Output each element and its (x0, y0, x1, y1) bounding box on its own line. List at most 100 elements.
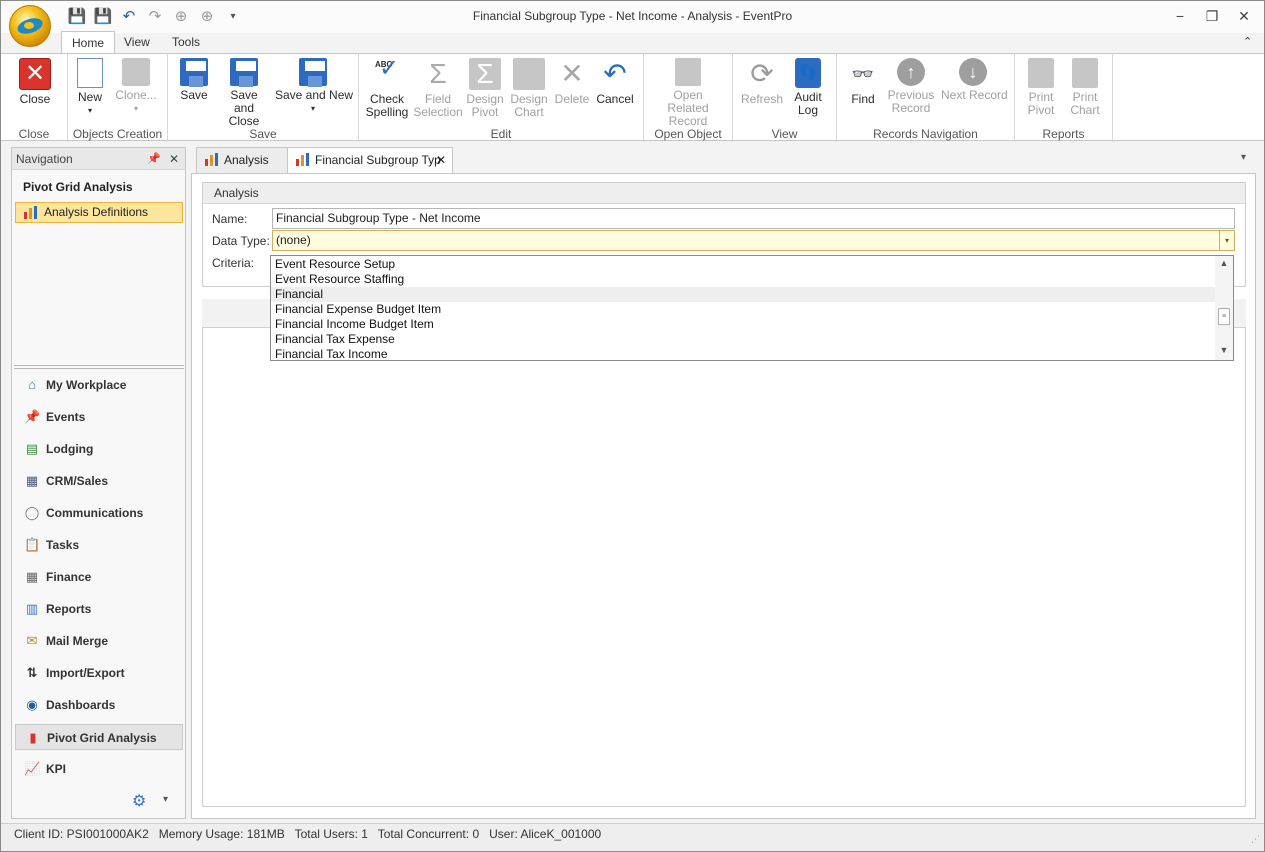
clone-button[interactable]: Clone... ▾ (114, 58, 158, 115)
pivot-chart-icon: ▮ (29, 730, 37, 745)
scroll-thumb[interactable]: ≡ (1218, 308, 1230, 325)
dropdown-option[interactable]: Event Resource Staffing (271, 272, 1215, 287)
group-caption-open-object: Open Object (654, 127, 722, 141)
design-pivot-icon: Σ (469, 58, 501, 90)
delete-button[interactable]: ✕ Delete (553, 58, 591, 106)
navigation-splitter[interactable] (14, 365, 184, 369)
close-group: ✕ Close Close (1, 54, 68, 142)
save-button[interactable]: Save (178, 58, 210, 102)
restore-button[interactable]: ❐ (1197, 5, 1227, 27)
doc-tab-close-icon[interactable]: ✕ (436, 148, 446, 172)
nav-reports[interactable]: ▥ Reports (15, 596, 183, 622)
find-button[interactable]: 👓 Find (845, 58, 881, 106)
close-window-button[interactable]: ✕ (1229, 5, 1259, 27)
nav-my-workplace[interactable]: ⌂ My Workplace (15, 372, 183, 398)
dropdown-option-highlighted[interactable]: Financial (271, 287, 1215, 302)
crm-icon: ▦ (25, 473, 39, 488)
group-caption-view: View (771, 127, 798, 141)
speech-bubble-icon: ◯ (24, 505, 40, 520)
open-related-record-button[interactable]: Open Related Record (652, 58, 724, 128)
ribbon-collapse-icon[interactable]: ⌃ (1233, 31, 1262, 54)
status-bar: Client ID: PSI001000AK2 Memory Usage: 18… (1, 823, 1264, 851)
objects-creation-group: New ▾ Clone... ▾ Objects Creation (68, 54, 168, 142)
analysis-definitions-item[interactable]: Analysis Definitions (15, 202, 183, 223)
name-input[interactable]: Financial Subgroup Type - Net Income (272, 208, 1235, 229)
next-record-button[interactable]: ↓ Next Record (941, 58, 1008, 102)
tab-view[interactable]: View (114, 31, 160, 54)
navigation-close-icon[interactable]: ✕ (169, 148, 179, 170)
nav-finance[interactable]: ▦ Finance (15, 564, 183, 590)
nav-crm-sales[interactable]: ▦ CRM/Sales (15, 468, 183, 494)
doc-tabs-dropdown-icon[interactable]: ▾ (1241, 152, 1246, 163)
dropdown-option[interactable]: Financial Tax Expense (271, 332, 1215, 347)
close-button[interactable]: ✕ Close (18, 58, 52, 106)
nav-kpi[interactable]: 📈 KPI (15, 756, 183, 782)
group-caption-objects-creation: Objects Creation (72, 127, 163, 141)
financial-tab-icon (296, 153, 309, 166)
navigation-settings-dropdown-icon[interactable]: ▾ (163, 794, 168, 805)
navigation-header: Navigation 📌 ✕ (12, 148, 185, 170)
pushpin-icon: 📌 (24, 409, 41, 424)
nav-import-export[interactable]: ⇅ Import/Export (15, 660, 183, 686)
new-button[interactable]: New ▾ (74, 58, 106, 117)
data-type-combobox[interactable]: (none) ▾ (272, 230, 1235, 251)
dropdown-option[interactable]: Event Resource Setup (271, 257, 1215, 272)
nav-pivot-grid-analysis[interactable]: ▮ Pivot Grid Analysis (15, 724, 183, 750)
print-chart-button[interactable]: Print Chart (1067, 58, 1103, 117)
doc-tab-analysis[interactable]: Analysis (196, 147, 288, 173)
scroll-down-arrow-icon[interactable]: ▼ (1215, 345, 1233, 355)
print-pivot-icon (1028, 58, 1054, 88)
minimize-button[interactable]: − (1165, 5, 1195, 27)
dropdown-scrollbar[interactable]: ▲ ≡ ▼ (1215, 256, 1233, 360)
dropdown-option[interactable]: Financial Expense Budget Item (271, 302, 1215, 317)
clipboard-icon: 📋 (24, 537, 41, 552)
analysis-groupbox-header: Analysis (203, 183, 1245, 204)
ribbon-tabs: Home View Tools ⌃ (1, 31, 1264, 54)
open-related-record-icon (675, 58, 701, 86)
save-and-close-button[interactable]: Save and Close (219, 58, 269, 128)
pivot-grid-area[interactable] (202, 327, 1246, 807)
dropdown-option[interactable]: Financial Tax Income (271, 347, 1215, 362)
design-pivot-button[interactable]: Σ Design Pivot (465, 58, 505, 119)
nav-lodging[interactable]: ▤ Lodging (15, 436, 183, 462)
save-and-new-button[interactable]: Save and New ▾ (275, 58, 353, 115)
pin-icon[interactable]: 📌 (147, 148, 161, 170)
calculator-icon: ▦ (25, 569, 39, 584)
window-title: Financial Subgroup Type - Net Income - A… (472, 9, 793, 23)
previous-record-button[interactable]: ↑ Previous Record (887, 58, 935, 115)
nav-events[interactable]: 📌 Events (15, 404, 183, 430)
open-object-group: Open Related Record Open Object (644, 54, 733, 142)
cancel-button[interactable]: ↶ Cancel (595, 58, 635, 106)
save-new-disk-icon (299, 58, 327, 87)
audit-log-footprints-icon: 👣 (795, 58, 821, 88)
nav-tasks[interactable]: 📋 Tasks (15, 532, 183, 558)
data-type-dropdown-arrow-icon[interactable]: ▾ (1219, 231, 1234, 250)
tab-home[interactable]: Home (61, 31, 116, 54)
document-area: Analysis Financial Subgroup Typ ✕ ▾ Anal… (191, 147, 1256, 819)
dropdown-option[interactable]: Financial Income Budget Item (271, 317, 1215, 332)
print-pivot-button[interactable]: Print Pivot (1023, 58, 1059, 117)
edit-group: ABC ✓ Check Spelling Σ Field Selection Σ… (359, 54, 644, 142)
resize-grip-icon[interactable]: ⋰ (1251, 829, 1260, 849)
delete-x-icon: ✕ (560, 58, 584, 89)
field-selection-button[interactable]: Σ Field Selection (413, 58, 463, 119)
audit-log-button[interactable]: 👣 Audit Log (790, 58, 826, 117)
group-caption-save: Save (249, 127, 277, 141)
app-window: 💾 💾 ↶ ↷ ⊕ ⊕ ▾ Financial Subgroup Type - … (0, 0, 1265, 852)
app-logo-icon[interactable] (9, 5, 51, 47)
nav-mail-merge[interactable]: ✉ Mail Merge (15, 628, 183, 654)
mail-merge-icon: ✉ (26, 633, 38, 648)
scroll-up-arrow-icon[interactable]: ▲ (1215, 258, 1233, 268)
refresh-button[interactable]: ⟳ Refresh (741, 58, 783, 106)
cancel-undo-icon: ↶ (603, 58, 627, 89)
check-spelling-button[interactable]: ABC ✓ Check Spelling (365, 57, 409, 119)
records-navigation-group: 👓 Find ↑ Previous Record ↓ Next Record R… (837, 54, 1015, 142)
tab-tools[interactable]: Tools (162, 31, 210, 54)
criteria-label: Criteria: (212, 256, 255, 270)
nav-communications[interactable]: ◯ Communications (15, 500, 183, 526)
nav-dashboards[interactable]: ◉ Dashboards (15, 692, 183, 718)
navigation-settings-gear-icon[interactable]: ⚙ (132, 791, 146, 811)
design-chart-button[interactable]: Design Chart (509, 58, 549, 119)
doc-tab-financial-subgroup-type[interactable]: Financial Subgroup Typ ✕ (287, 147, 453, 173)
save-close-disk-icon (230, 58, 258, 87)
